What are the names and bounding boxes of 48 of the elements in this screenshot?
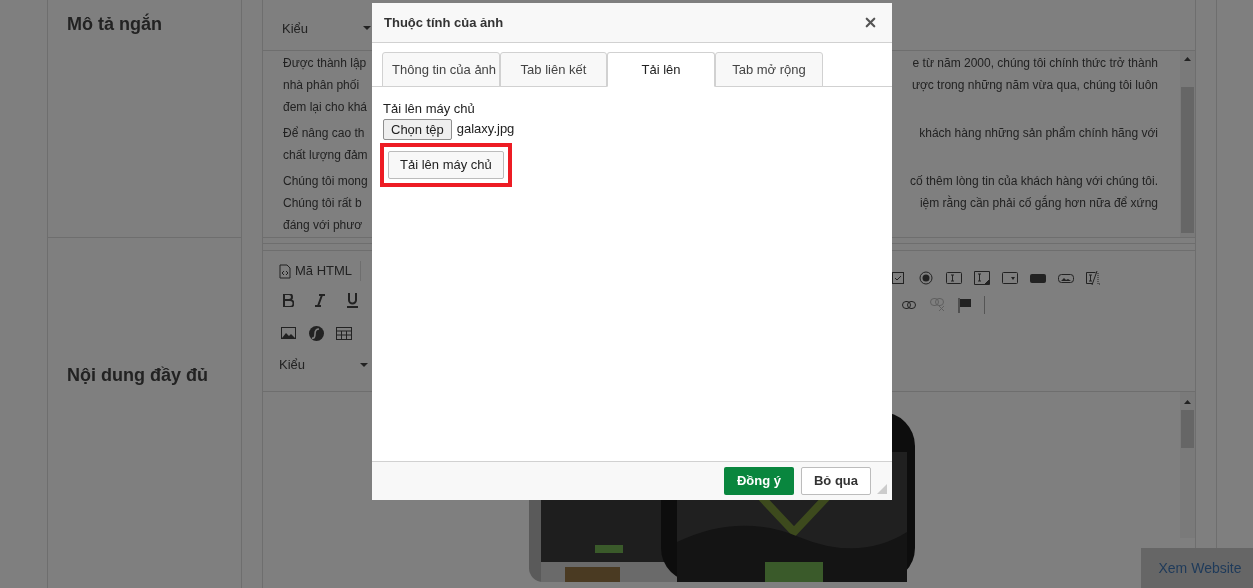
paragraph-text: nhà phân phối (283, 77, 360, 94)
caret-icon (363, 26, 372, 31)
paragraph-text: iệm rằng cần phải cố gắng hơn nữa để xứng (919, 194, 1158, 212)
upload-label: Tải lên máy chủ (383, 100, 475, 118)
table-icon[interactable] (335, 324, 353, 342)
scroll-up-icon[interactable] (1184, 57, 1191, 61)
paragraph-text: Được thành lập (283, 55, 367, 72)
flag-icon[interactable] (956, 296, 974, 314)
textarea-icon[interactable] (973, 269, 991, 287)
flash-icon[interactable] (307, 324, 325, 342)
scrollbar-thumb[interactable] (1181, 86, 1194, 233)
tab[interactable]: Tab liên kết (500, 52, 607, 87)
checkbox-icon[interactable] (889, 269, 907, 287)
paragraph-text: cố thêm lòng tin của khách hàng với chúng tôi. (909, 173, 1158, 190)
hidden-field-icon[interactable] (1085, 269, 1103, 287)
caret-icon (360, 363, 369, 367)
ok-button[interactable]: Đồng ý (724, 467, 794, 495)
tab[interactable]: Tab mở rộng (715, 52, 823, 87)
cancel-button[interactable]: Bỏ qua (801, 467, 871, 495)
radio-icon[interactable] (917, 269, 935, 287)
scrollbar[interactable] (1180, 51, 1195, 237)
image-icon[interactable] (279, 324, 297, 342)
paragraph-text: ược trong những năm vừa qua, chúng tôi luôn (911, 77, 1158, 94)
paragraph-text: chất lượng đảm (283, 147, 368, 164)
dialog-title: Thuộc tính của ảnh (384, 13, 504, 32)
file-name: galaxy.jpg (456, 120, 515, 139)
scroll-up-icon[interactable] (1184, 400, 1191, 404)
field-label: Nội dung đầy đủ (67, 365, 208, 385)
resize-handle-icon[interactable] (877, 484, 887, 494)
choose-file-button[interactable]: Chọn tệp (383, 118, 452, 140)
paragraph-text: Chúng tôi mong (283, 173, 368, 190)
upload-button[interactable]: Tải lên máy chủ (388, 150, 504, 179)
source-button[interactable]: Mã HTML (279, 261, 362, 281)
file-code-icon (279, 263, 291, 279)
text-field-icon[interactable] (945, 269, 963, 287)
scrollbar[interactable] (1180, 392, 1195, 538)
paragraph-text: đáng với phươ (283, 217, 363, 234)
close-icon[interactable] (863, 15, 878, 30)
paragraph-text: e từ năm 2000, chúng tôi chính thức trở thành (912, 55, 1158, 72)
scrollbar-thumb[interactable] (1181, 410, 1194, 448)
tab[interactable]: Thông tin của ảnh (382, 52, 500, 87)
tab[interactable]: Tải lên (607, 52, 715, 87)
paragraph-text: đem lại cho khá (283, 99, 368, 116)
select-icon[interactable] (1001, 269, 1019, 287)
paragraph-text: khách hàng những sản phẩm chính hãng với (919, 125, 1158, 142)
paragraph-text: Chúng tôi rất b (283, 195, 362, 212)
field-label: Mô tả ngắn (67, 14, 162, 34)
paragraph-text: Để nâng cao th (283, 125, 365, 142)
